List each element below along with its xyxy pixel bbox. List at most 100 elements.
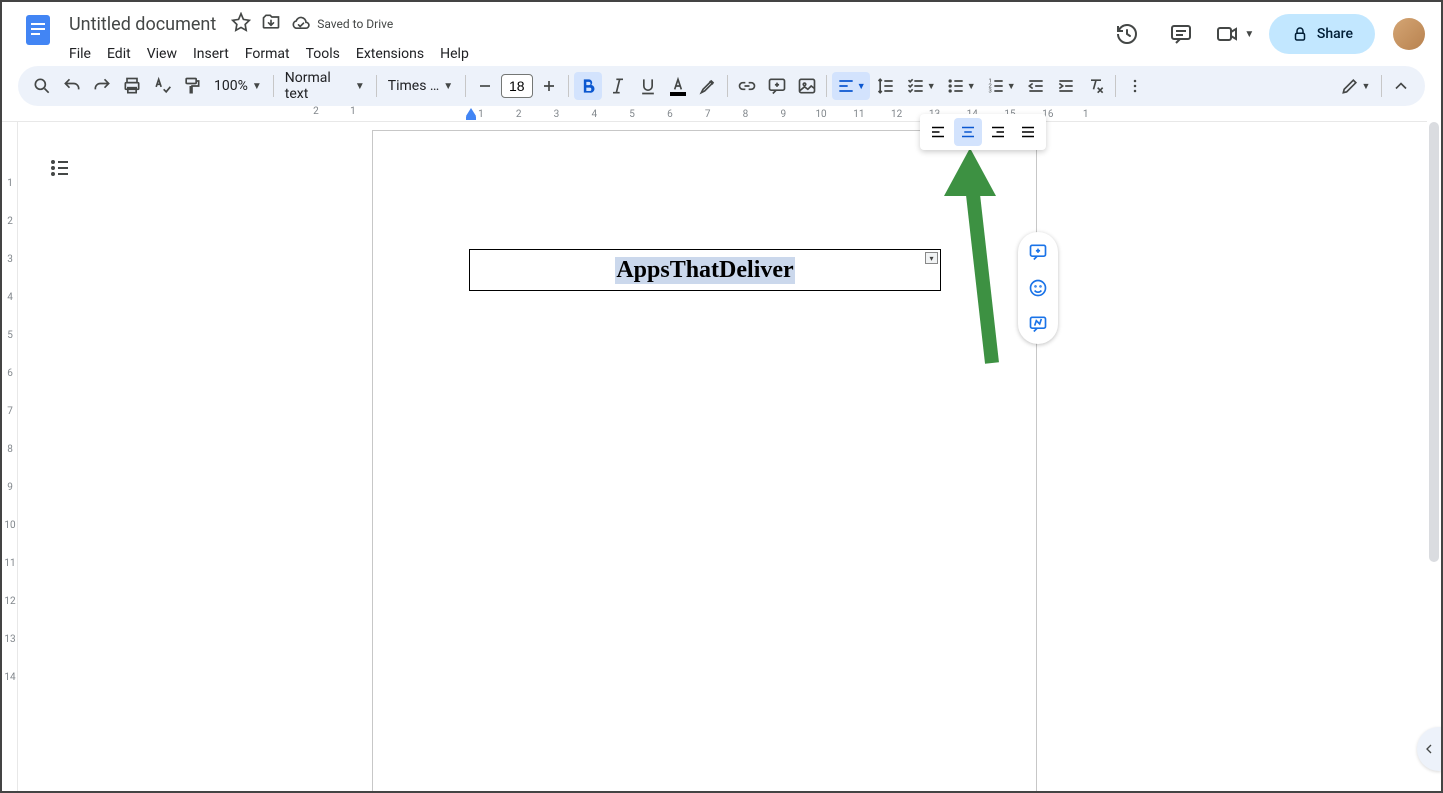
star-icon[interactable] (231, 12, 251, 36)
share-label: Share (1317, 26, 1353, 42)
comments-button[interactable] (1161, 14, 1201, 54)
ruler-tick: 8 (2, 444, 18, 455)
cell-text[interactable]: AppsThatDeliver (615, 257, 794, 284)
align-left-option[interactable] (924, 118, 952, 146)
align-right-option[interactable] (984, 118, 1012, 146)
vertical-scrollbar[interactable] (1429, 122, 1439, 562)
underline-button[interactable] (634, 72, 662, 100)
image-button[interactable] (793, 72, 821, 100)
increase-indent-button[interactable] (1052, 72, 1080, 100)
ruler-tick: 10 (2, 520, 18, 531)
svg-text:3: 3 (988, 89, 991, 95)
caret-down-icon: ▼ (1244, 29, 1254, 40)
numbered-list-button[interactable]: 123▼ (982, 72, 1020, 100)
outline-button[interactable] (42, 150, 78, 186)
ruler-tick: 4 (2, 292, 18, 303)
table-cell[interactable]: AppsThatDeliver ▾ (469, 249, 941, 291)
caret-down-icon: ▼ (443, 81, 453, 92)
separator (465, 75, 466, 97)
ruler-tick: 2 (2, 216, 18, 227)
user-avatar[interactable] (1393, 18, 1425, 50)
horizontal-ruler[interactable]: 2 1 1 2 3 4 5 6 7 8 9 10 11 12 13 14 15 … (2, 106, 1427, 122)
canvas-area: 2 1 1 2 3 4 5 6 7 8 9 10 11 12 13 14 15 … (2, 106, 1441, 791)
history-button[interactable] (1107, 14, 1147, 54)
increase-font-button[interactable] (535, 72, 563, 100)
ruler-tick: 3 (538, 106, 576, 122)
decrease-font-button[interactable] (471, 72, 499, 100)
ruler-tick: 5 (2, 330, 18, 341)
header-right: ▼ Share (1107, 14, 1425, 54)
menu-tools[interactable]: Tools (299, 42, 347, 66)
text-color-button[interactable] (664, 72, 692, 100)
clear-formatting-button[interactable] (1082, 72, 1110, 100)
link-button[interactable] (733, 72, 761, 100)
bold-button[interactable] (574, 72, 602, 100)
caret-down-icon: ▼ (1007, 81, 1016, 92)
ruler-tick: 7 (2, 406, 18, 417)
menu-edit[interactable]: Edit (100, 42, 138, 66)
more-button[interactable] (1121, 72, 1149, 100)
ruler-tick: 6 (2, 368, 18, 379)
zoom-select[interactable]: 100%▼ (208, 72, 268, 100)
ruler-tick: 8 (727, 106, 765, 122)
caret-down-icon: ▼ (927, 81, 936, 92)
caret-down-icon: ▼ (1362, 81, 1371, 92)
align-justify-option[interactable] (1014, 118, 1042, 146)
toolbar: 100%▼ Normal text▼ Times …▼ ▼ ▼ ▼ 123▼ ▼ (18, 66, 1425, 106)
align-center-option[interactable] (954, 118, 982, 146)
spellcheck-button[interactable] (148, 72, 176, 100)
font-select[interactable]: Times …▼ (382, 72, 460, 100)
zoom-value: 100% (214, 78, 248, 94)
menu-help[interactable]: Help (433, 42, 476, 66)
separator (826, 75, 827, 97)
highlight-button[interactable] (694, 72, 722, 100)
share-button[interactable]: Share (1269, 14, 1375, 54)
caret-down-icon: ▼ (967, 81, 976, 92)
saved-status-text: Saved to Drive (317, 17, 393, 31)
redo-button[interactable] (88, 72, 116, 100)
saved-status[interactable]: Saved to Drive (291, 14, 393, 34)
vertical-ruler[interactable]: 1 2 3 4 5 6 7 8 9 10 11 12 13 14 (2, 122, 18, 791)
add-comment-float-button[interactable] (1024, 238, 1052, 266)
print-button[interactable] (118, 72, 146, 100)
menu-format[interactable]: Format (238, 42, 297, 66)
collapse-toolbar-button[interactable] (1387, 72, 1415, 100)
bullet-list-button[interactable]: ▼ (942, 72, 980, 100)
ruler-tick: 13 (2, 634, 18, 645)
side-panel-toggle[interactable] (1417, 727, 1441, 771)
ruler-tick: 2 (297, 106, 335, 117)
ruler-tick: 4 (575, 106, 613, 122)
menu-view[interactable]: View (140, 42, 184, 66)
title-icons: Saved to Drive (231, 12, 393, 36)
document-page[interactable]: AppsThatDeliver ▾ (372, 130, 1037, 791)
decrease-indent-button[interactable] (1022, 72, 1050, 100)
ruler-tick: 9 (764, 106, 802, 122)
line-spacing-button[interactable] (872, 72, 900, 100)
cell-handle-icon[interactable]: ▾ (925, 252, 938, 264)
search-button[interactable] (28, 72, 56, 100)
document-title[interactable]: Untitled document (62, 12, 223, 37)
suggest-edit-float-button[interactable] (1024, 310, 1052, 338)
move-icon[interactable] (261, 12, 281, 36)
font-size-input[interactable] (501, 74, 533, 98)
editing-mode-button[interactable]: ▼ (1334, 72, 1376, 100)
menu-extensions[interactable]: Extensions (349, 42, 431, 66)
emoji-float-button[interactable] (1024, 274, 1052, 302)
separator (1115, 75, 1116, 97)
paint-format-button[interactable] (178, 72, 206, 100)
ruler-tick: 6 (651, 106, 689, 122)
checklist-button[interactable]: ▼ (902, 72, 940, 100)
lock-icon (1291, 25, 1309, 43)
italic-button[interactable] (604, 72, 632, 100)
align-button[interactable]: ▼ (832, 72, 870, 100)
docs-logo[interactable] (18, 10, 58, 50)
undo-button[interactable] (58, 72, 86, 100)
meet-button[interactable]: ▼ (1215, 14, 1255, 54)
separator (376, 75, 377, 97)
paragraph-style-select[interactable]: Normal text▼ (279, 72, 371, 100)
menu-insert[interactable]: Insert (186, 42, 236, 66)
menu-file[interactable]: File (62, 42, 98, 66)
add-comment-button[interactable] (763, 72, 791, 100)
align-dropdown (920, 114, 1046, 150)
ruler-tick: 2 (500, 106, 538, 122)
